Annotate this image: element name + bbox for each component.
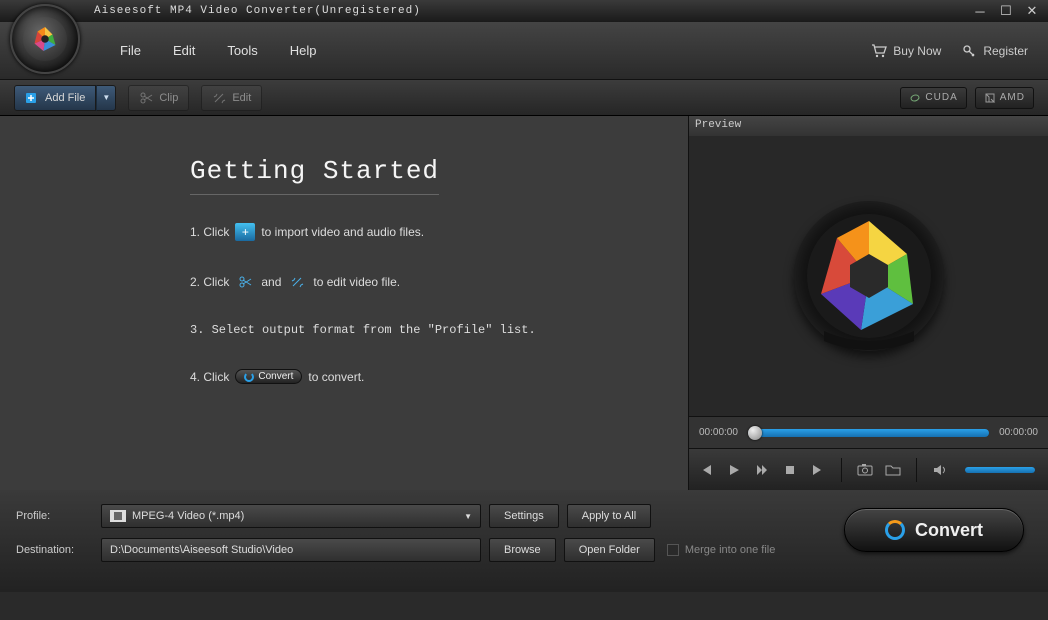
- destination-value: D:\Documents\Aiseesoft Studio\Video: [110, 544, 293, 556]
- minimize-button[interactable]: ─: [970, 4, 990, 18]
- cart-icon: [871, 44, 887, 58]
- buy-now-button[interactable]: Buy Now: [871, 44, 941, 58]
- getting-started-step-3: 3. Select output format from the "Profil…: [190, 323, 688, 337]
- app-logo: [10, 4, 80, 74]
- playback-controls: [689, 448, 1048, 490]
- add-file-dropdown[interactable]: ▼: [96, 85, 116, 111]
- playback-progress-row: 00:00:00 00:00:00: [689, 416, 1048, 448]
- profile-label: Profile:: [16, 510, 101, 522]
- getting-started-title: Getting Started: [190, 156, 439, 195]
- menu-edit[interactable]: Edit: [173, 43, 195, 58]
- nvidia-icon: [909, 92, 921, 104]
- snapshot-button[interactable]: [856, 461, 874, 479]
- app-title: Aiseesoft MP4 Video Converter(Unregister…: [6, 5, 964, 17]
- wand-icon: [212, 91, 226, 105]
- scissors-icon: [139, 91, 153, 105]
- convert-label: Convert: [915, 520, 983, 541]
- buy-now-label: Buy Now: [893, 44, 941, 58]
- amd-label: AMD: [1000, 92, 1025, 103]
- seek-knob[interactable]: [748, 426, 762, 440]
- add-file-mini-icon: +: [235, 223, 255, 241]
- getting-started: Getting Started 1. Click + to import vid…: [190, 156, 688, 384]
- menu-tools[interactable]: Tools: [227, 43, 257, 58]
- toolbar: Add File ▼ Clip Edit CUDA AMD: [0, 80, 1048, 116]
- destination-field[interactable]: D:\Documents\Aiseesoft Studio\Video: [101, 538, 481, 562]
- play-button[interactable]: [725, 461, 743, 479]
- prev-button[interactable]: [697, 461, 715, 479]
- volume-slider[interactable]: [965, 467, 1035, 473]
- add-file-icon: [25, 91, 39, 105]
- next-button[interactable]: [809, 461, 827, 479]
- clip-button[interactable]: Clip: [128, 85, 189, 111]
- register-label: Register: [983, 44, 1028, 58]
- file-list-panel: Getting Started 1. Click + to import vid…: [0, 116, 688, 490]
- cuda-label: CUDA: [925, 92, 957, 103]
- add-file-label: Add File: [45, 92, 85, 104]
- open-folder-button[interactable]: Open Folder: [564, 538, 655, 562]
- merge-label: Merge into one file: [685, 544, 776, 556]
- merge-checkbox[interactable]: [667, 544, 679, 556]
- getting-started-step-2: 2. Click and to edit video file.: [190, 273, 688, 291]
- destination-label: Destination:: [16, 544, 101, 556]
- refresh-mini-icon: [244, 372, 254, 382]
- wand-mini-icon: [287, 273, 307, 291]
- profile-value: MPEG-4 Video (*.mp4): [132, 510, 244, 522]
- browse-button[interactable]: Browse: [489, 538, 556, 562]
- menu-file[interactable]: File: [120, 43, 141, 58]
- amd-icon: [984, 92, 996, 104]
- time-total: 00:00:00: [999, 427, 1038, 438]
- menu-help[interactable]: Help: [290, 43, 317, 58]
- edit-label: Edit: [232, 92, 251, 104]
- stop-button[interactable]: [781, 461, 799, 479]
- apply-to-all-button[interactable]: Apply to All: [567, 504, 651, 528]
- title-bar: Aiseesoft MP4 Video Converter(Unregister…: [0, 0, 1048, 22]
- getting-started-step-1: 1. Click + to import video and audio fil…: [190, 223, 688, 241]
- register-button[interactable]: Register: [961, 44, 1028, 58]
- bottom-bar: Profile: MPEG-4 Video (*.mp4) ▼ Settings…: [0, 490, 1048, 592]
- refresh-icon: [885, 520, 905, 540]
- chevron-down-icon: ▼: [464, 512, 472, 521]
- settings-button[interactable]: Settings: [489, 504, 559, 528]
- getting-started-step-4: 4. Click Convert to convert.: [190, 369, 688, 384]
- maximize-button[interactable]: ☐: [996, 4, 1016, 18]
- fast-forward-button[interactable]: [753, 461, 771, 479]
- edit-button[interactable]: Edit: [201, 85, 262, 111]
- close-button[interactable]: ✕: [1022, 4, 1042, 18]
- add-file-button[interactable]: Add File: [14, 85, 96, 111]
- amd-badge: AMD: [975, 87, 1034, 109]
- key-icon: [961, 44, 977, 58]
- volume-icon[interactable]: [931, 461, 949, 479]
- preview-label: Preview: [689, 116, 1048, 136]
- menu-bar: File Edit Tools Help Buy Now Register: [0, 22, 1048, 80]
- snapshot-folder-button[interactable]: [884, 461, 902, 479]
- preview-placeholder-icon: [794, 201, 944, 351]
- preview-panel: Preview: [688, 116, 1048, 490]
- scissors-mini-icon: [235, 273, 255, 291]
- preview-viewport: [689, 136, 1048, 416]
- clip-label: Clip: [159, 92, 178, 104]
- convert-mini-button: Convert: [235, 369, 302, 384]
- seek-slider[interactable]: [748, 429, 989, 437]
- mpeg-icon: [110, 510, 126, 522]
- cuda-badge: CUDA: [900, 87, 966, 109]
- time-current: 00:00:00: [699, 427, 738, 438]
- convert-button[interactable]: Convert: [844, 508, 1024, 552]
- profile-combo[interactable]: MPEG-4 Video (*.mp4) ▼: [101, 504, 481, 528]
